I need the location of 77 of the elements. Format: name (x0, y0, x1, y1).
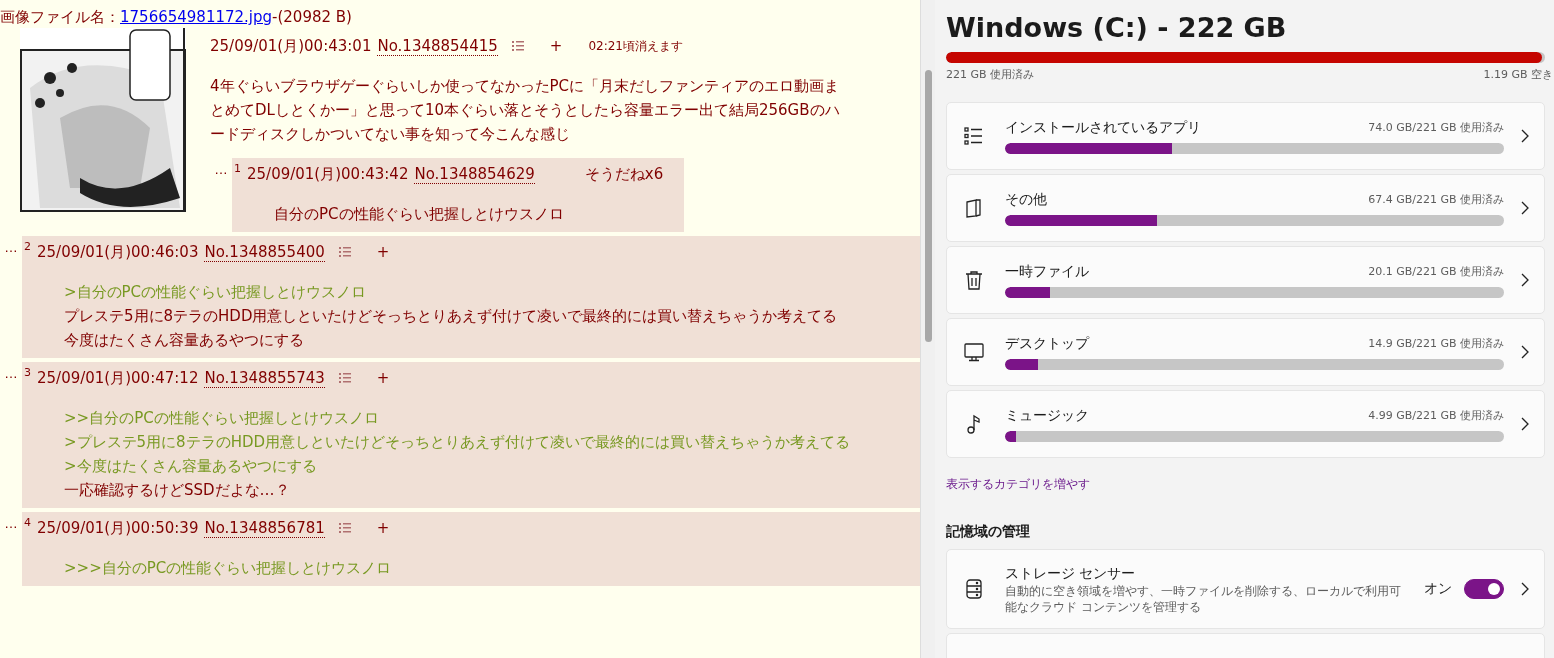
reply-marker: … (213, 161, 229, 177)
category-card[interactable]: デスクトップ 14.9 GB/221 GB 使用済み (946, 318, 1545, 386)
sodane-count[interactable]: そうだねx6 (584, 164, 664, 184)
category-card[interactable]: インストールされているアプリ 74.0 GB/221 GB 使用済み (946, 102, 1545, 170)
expiry-notice: 02:21頃消えます (588, 37, 683, 55)
reply-index: 2 (24, 240, 31, 253)
file-size: -(20982 B) (272, 7, 352, 28)
post-date: 25/09/01(月)00:43:42 (247, 164, 409, 184)
setting-description: 自動的に空き領域を増やす、一時ファイルを削除する、ローカルで利用可能なクラウド コンテンツを管理する (1005, 583, 1402, 615)
chevron-icon[interactable] (1520, 345, 1530, 359)
menu-icon[interactable] (338, 522, 351, 534)
category-usage: 67.4 GB/221 GB 使用済み (1368, 192, 1504, 207)
quote-text: >>>自分のPCの性能ぐらい把握しとけウスノロ (64, 558, 393, 579)
post-number[interactable]: No.1348856781 (204, 518, 325, 538)
post-number[interactable]: No.1348854629 (414, 164, 535, 184)
chevron-icon[interactable] (1520, 273, 1530, 287)
post-date: 25/09/01(月)00:43:01 (210, 36, 372, 56)
post-date: 25/09/01(月)00:47:12 (37, 368, 199, 388)
reply-index: 3 (24, 366, 31, 379)
plus-button[interactable]: + (376, 519, 390, 537)
category-name: ミュージック (1005, 406, 1089, 425)
menu-icon[interactable] (338, 246, 351, 258)
reply-marker: … (3, 515, 19, 531)
post-date: 25/09/01(月)00:50:39 (37, 518, 199, 538)
plus-button[interactable]: + (376, 369, 390, 387)
chevron-icon[interactable] (1520, 582, 1530, 596)
plus-button[interactable]: + (376, 243, 390, 261)
chevron-icon[interactable] (1520, 129, 1530, 143)
section-title: 記憶域の管理 (946, 523, 1031, 541)
category-usage: 20.1 GB/221 GB 使用済み (1368, 264, 1504, 279)
quote-text: >>自分のPCの性能ぐらい把握しとけウスノロ (64, 408, 380, 429)
category-usage: 74.0 GB/221 GB 使用済み (1368, 120, 1504, 135)
chevron-icon[interactable] (1520, 417, 1530, 431)
post-text: 今度はたくさん容量あるやつにする (64, 330, 305, 351)
post-text: 一応確認するけどSSDだよな…？ (64, 480, 291, 501)
scrollbar[interactable] (920, 0, 935, 658)
drive-icon (963, 578, 985, 600)
quote-text: >プレステ5用に8テラのHDD用意しといたけどそっちとりあえず付けて凌いで最終的には買い替えちゃうか考えてる (64, 432, 852, 453)
category-usage: 4.99 GB/221 GB 使用済み (1368, 408, 1504, 423)
drive-title: Windows (C:) - 222 GB (946, 12, 1288, 45)
free-space: 1.19 GB 空き (1483, 67, 1553, 82)
chevron-icon[interactable] (1520, 201, 1530, 215)
category-usage: 14.9 GB/221 GB 使用済み (1368, 336, 1504, 351)
category-card[interactable]: ミュージック 4.99 GB/221 GB 使用済み (946, 390, 1545, 458)
list-icon (963, 125, 985, 147)
more-categories-link[interactable]: 表示するカテゴリを増やす (946, 476, 1090, 493)
category-name: デスクトップ (1005, 334, 1089, 353)
quote-text: >自分のPCの性能ぐらい把握しとけウスノロ (64, 282, 368, 303)
trash-icon (963, 269, 985, 291)
plus-button[interactable]: + (549, 37, 563, 55)
file-label: 画像ファイル名： (0, 7, 120, 28)
reply-index: 4 (24, 516, 31, 529)
category-name: その他 (1005, 190, 1047, 209)
used-space: 221 GB 使用済み (946, 67, 1035, 82)
setting-name: ストレージ センサー (1005, 565, 1136, 581)
category-card[interactable]: 一時ファイル 20.1 GB/221 GB 使用済み (946, 246, 1545, 314)
monitor-icon (963, 341, 985, 363)
category-card[interactable]: その他 67.4 GB/221 GB 使用済み (946, 174, 1545, 242)
reply-marker: … (3, 239, 19, 255)
post-number[interactable]: No.1348854415 (377, 36, 498, 56)
post-text: 4年ぐらいブラウザゲーぐらいしか使ってなかったPCに「月末だしファンティアのエロ動画まとめてDLしとくかー」と思って10本ぐらい落とそうとしたら容量エラー出て結局256GBのハードディスクしかついてない事を知って今こんな感じ (210, 76, 840, 145)
menu-icon[interactable] (511, 40, 524, 52)
file-link[interactable]: 1756654981172.jpg (120, 0, 273, 34)
reply-marker: … (3, 365, 19, 381)
toggle-state: オン (1424, 580, 1452, 598)
toggle-switch[interactable] (1464, 579, 1504, 599)
quote-text: >今度はたくさん容量あるやつにする (64, 456, 318, 477)
post-date: 25/09/01(月)00:46:03 (37, 242, 199, 262)
storage-sense-card[interactable]: ストレージ センサー 自動的に空き領域を増やす、一時ファイルを削除する、ローカルで利用可能なクラウド コンテンツを管理する オン (946, 549, 1545, 629)
post-text: プレステ5用に8テラのHDD用意しといたけどそっちとりあえず付けて凌いで最終的には買い替えちゃうか考えてる (64, 306, 839, 327)
post-text: 自分のPCの性能ぐらい把握しとけウスノロ (274, 204, 565, 225)
reply-index: 1 (234, 162, 241, 175)
menu-icon[interactable] (338, 372, 351, 384)
post-number[interactable]: No.1348855400 (204, 242, 325, 262)
post-number[interactable]: No.1348855743 (204, 368, 325, 388)
category-name: インストールされているアプリ (1005, 118, 1201, 137)
category-name: 一時ファイル (1005, 262, 1089, 281)
